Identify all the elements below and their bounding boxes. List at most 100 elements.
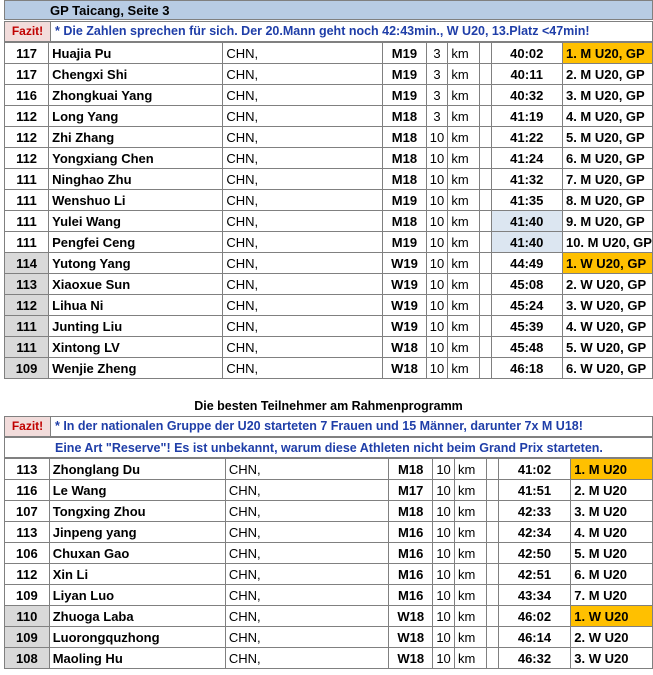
nation: CHN, [222, 315, 384, 337]
distance-unit: km [447, 63, 480, 85]
row-number: 112 [3, 105, 50, 127]
distance: 10 [425, 147, 449, 169]
table-row: 111 Junting Liu CHN, W19 10 km 45:39 4. W U20, … [3, 315, 653, 337]
distance-unit: km [454, 479, 487, 501]
athlete-name: Junting Liu [48, 315, 224, 337]
finish-time: 41:22 [490, 126, 563, 148]
distance: 10 [425, 315, 449, 337]
age-class: M19 [382, 189, 427, 211]
distance-unit: km [447, 147, 480, 169]
nation: CHN, [222, 252, 384, 274]
nation: CHN, [224, 605, 390, 627]
nation: CHN, [224, 521, 390, 543]
spacer-cell [485, 626, 499, 648]
age-class: M17 [388, 479, 434, 501]
table-row: 109 Luorongquzhong CHN, W18 10 km 46:14 2. W U2… [4, 626, 653, 648]
finish-time: 42:50 [497, 542, 572, 564]
age-class: M16 [388, 584, 434, 606]
age-class: M18 [382, 168, 427, 190]
table-row: 113 Jinpeng yang CHN, M16 10 km 42:34 4. M U20 [4, 521, 653, 543]
finish-time: 41:35 [490, 189, 563, 211]
age-class: M18 [388, 500, 434, 522]
table-row: 112 Yongxiang Chen CHN, M18 10 km 41:24 6. M U2… [3, 147, 653, 169]
age-class: M18 [382, 126, 427, 148]
nation: CHN, [222, 126, 384, 148]
distance: 10 [432, 500, 455, 522]
nation: CHN, [222, 189, 384, 211]
athlete-name: Liyan Luo [48, 584, 226, 606]
athlete-name: Tongxing Zhou [48, 500, 226, 522]
table-row: 111 Yulei Wang CHN, M18 10 km 41:40 9. M U20, G… [3, 210, 653, 232]
spacer-cell [478, 315, 492, 337]
distance: 10 [425, 273, 449, 295]
distance: 10 [425, 231, 449, 253]
nation: CHN, [222, 42, 384, 64]
row-number: 112 [3, 147, 50, 169]
finish-time: 41:24 [490, 147, 563, 169]
nation: CHN, [222, 210, 384, 232]
nation: CHN, [222, 294, 384, 316]
distance: 3 [425, 63, 449, 85]
spacer-cell [485, 647, 499, 669]
athlete-name: Wenshuo Li [48, 189, 224, 211]
finish-time: 41:32 [490, 168, 563, 190]
distance-unit: km [454, 563, 487, 585]
nation: CHN, [222, 63, 384, 85]
row-number: 111 [3, 315, 50, 337]
table-row: 111 Wenshuo Li CHN, M19 10 km 41:35 8. M U20, G… [3, 189, 653, 211]
row-number: 108 [4, 647, 50, 669]
finish-time: 41:19 [490, 105, 563, 127]
athlete-name: Le Wang [48, 479, 226, 501]
age-class: M16 [388, 542, 434, 564]
table-row: 111 Pengfei Ceng CHN, M19 10 km 41:40 10. M U20… [3, 231, 653, 253]
table-row: 109 Liyan Luo CHN, M16 10 km 43:34 7. M U20 [4, 584, 653, 606]
spacer-cell [478, 168, 492, 190]
spacer-cell [478, 336, 492, 358]
distance-unit: km [454, 521, 487, 543]
nation: CHN, [224, 626, 390, 648]
row-number: 117 [3, 63, 50, 85]
placing: 4. M U20 [570, 521, 653, 543]
age-class: M18 [382, 147, 427, 169]
finish-time: 46:18 [490, 357, 563, 379]
distance-unit: km [454, 500, 487, 522]
distance: 10 [425, 126, 449, 148]
placing: 1. W U20, GP [561, 252, 653, 274]
spacer-cell [478, 357, 492, 379]
page-title-text: GP Taicang, Seite 3 [50, 3, 170, 18]
table-row: 108 Maoling Hu CHN, W18 10 km 46:32 3. W U20 [4, 647, 653, 669]
age-class: M18 [382, 105, 427, 127]
athlete-name: Chengxi Shi [48, 63, 224, 85]
distance-unit: km [454, 605, 487, 627]
distance-unit: km [447, 357, 480, 379]
finish-time: 40:32 [490, 84, 563, 106]
placing: 9. M U20, GP [561, 210, 653, 232]
spacer-cell [478, 294, 492, 316]
age-class: W18 [388, 647, 434, 669]
row-number: 114 [3, 252, 50, 274]
fazit-row-1: Fazit! * Die Zahlen sprechen für sich. D… [4, 21, 653, 42]
table-row: 116 Le Wang CHN, M17 10 km 41:51 2. M U20 [4, 479, 653, 501]
age-class: W19 [382, 252, 427, 274]
distance-unit: km [447, 168, 480, 190]
finish-time: 41:51 [497, 479, 572, 501]
finish-time: 42:33 [497, 500, 572, 522]
placing: 4. M U20, GP [561, 105, 653, 127]
spacer-cell [478, 126, 492, 148]
distance-unit: km [454, 584, 487, 606]
distance-unit: km [447, 105, 480, 127]
table-row: 113 Zhonglang Du CHN, M18 10 km 41:02 1. M U20 [4, 458, 653, 480]
athlete-name: Luorongquzhong [48, 626, 226, 648]
table-row: 111 Xintong LV CHN, W18 10 km 45:48 5. W U20, G… [3, 336, 653, 358]
age-class: M19 [382, 231, 427, 253]
nation: CHN, [222, 336, 384, 358]
fazit-text-1: * Die Zahlen sprechen für sich. Der 20.M… [55, 24, 590, 38]
nation: CHN, [224, 584, 390, 606]
distance-unit: km [447, 189, 480, 211]
row-number: 111 [3, 168, 50, 190]
athlete-name: Yongxiang Chen [48, 147, 224, 169]
placing: 2. W U20, GP [561, 273, 653, 295]
athlete-name: Pengfei Ceng [48, 231, 224, 253]
age-class: W18 [388, 626, 434, 648]
placing: 4. W U20, GP [561, 315, 653, 337]
